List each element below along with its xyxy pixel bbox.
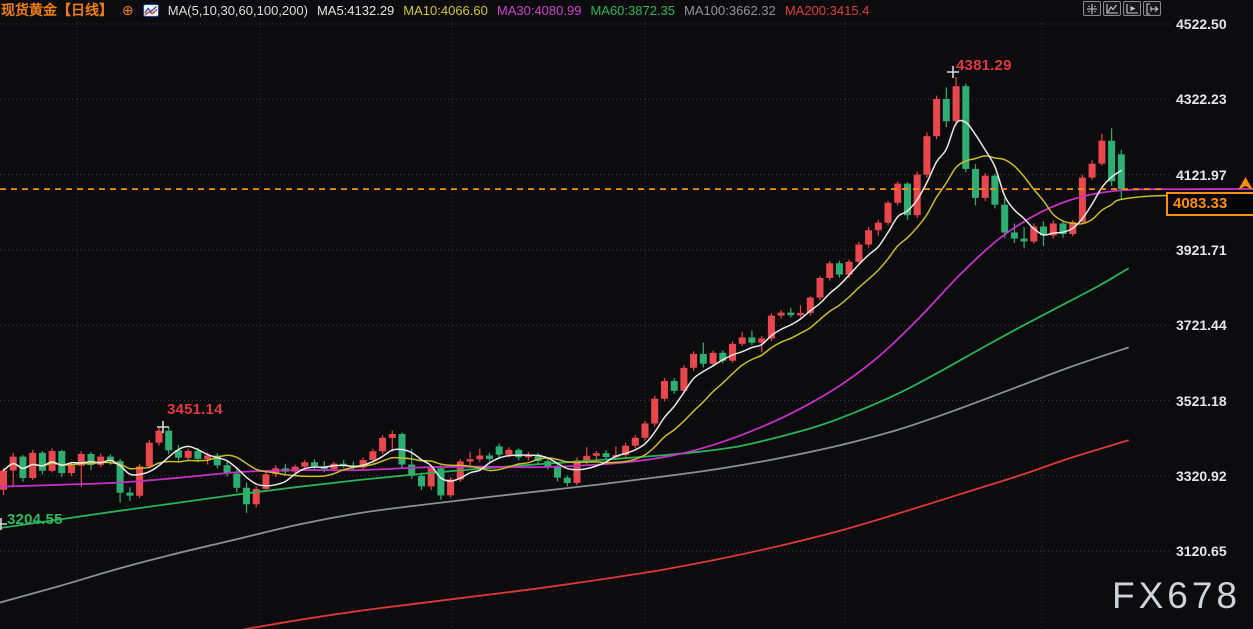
y-axis-label: 4522.50	[1176, 16, 1227, 32]
ma-value-0: MA5:4132.29	[317, 3, 394, 18]
current-price-value: 4083.33	[1173, 195, 1227, 212]
chart-toolbar	[1083, 1, 1161, 16]
y-axis-label: 4322.23	[1176, 91, 1227, 107]
y-axis-label: 3921.71	[1176, 242, 1227, 258]
swing-high-label: 3451.14	[167, 401, 223, 418]
candlestick-chart[interactable]	[0, 0, 1253, 629]
symbol-title: 现货黄金【日线】	[1, 0, 113, 20]
current-price-tag: 4083.33	[1166, 192, 1253, 216]
ma-overview-label: MA(5,10,30,60,100,200)	[168, 3, 308, 18]
y-axis-label: 3721.44	[1176, 317, 1227, 333]
y-axis-label: 3120.65	[1176, 543, 1227, 559]
crosshair-move-icon[interactable]	[1083, 1, 1101, 16]
y-axis-label: 3320.92	[1176, 468, 1227, 484]
mini-chart-icon[interactable]	[143, 4, 159, 17]
watermark: FX678	[1112, 575, 1241, 617]
play-chart-icon[interactable]	[1123, 1, 1141, 16]
add-indicator-icon[interactable]: ⊕	[122, 3, 134, 17]
swing-high-label: 4381.29	[956, 57, 1012, 74]
indicator-chart-icon[interactable]	[1103, 1, 1121, 16]
ma-value-4: MA100:3662.32	[684, 3, 776, 18]
ma-value-2: MA30:4080.99	[497, 3, 582, 18]
trading-chart-window: 现货黄金【日线】 ⊕ MA(5,10,30,60,100,200) MA5:41…	[0, 0, 1253, 629]
swing-low-label: 3204.55	[7, 511, 63, 528]
chart-header: 现货黄金【日线】 ⊕ MA(5,10,30,60,100,200) MA5:41…	[1, 0, 869, 20]
y-axis-label: 3521.18	[1176, 393, 1227, 409]
ma-value-5: MA200:3415.4	[785, 3, 870, 18]
ma-value-1: MA10:4066.60	[403, 3, 488, 18]
exit-right-icon[interactable]	[1143, 1, 1161, 16]
ma-value-3: MA60:3872.35	[590, 3, 675, 18]
y-axis-label: 4121.97	[1176, 167, 1227, 183]
